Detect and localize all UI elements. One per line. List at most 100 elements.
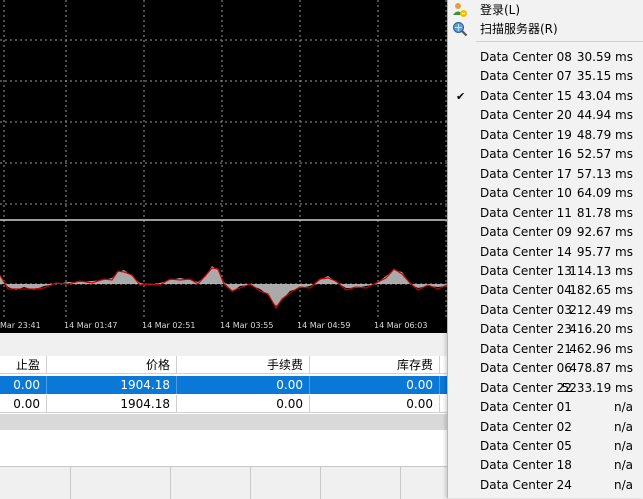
column-header-price[interactable]: 价格 — [47, 356, 177, 374]
menu-item-scan-servers[interactable]: 扫描服务器(R) — [448, 20, 643, 39]
server-item[interactable]: Data Center 10 64.09 ms — [448, 184, 643, 203]
server-name: Data Center 13 — [480, 263, 572, 278]
server-ping: n/a — [613, 477, 633, 492]
server-ping: 114.13 ms — [569, 263, 633, 278]
column-header-take-profit[interactable]: 止盈 — [0, 356, 47, 374]
indicator-histogram — [0, 266, 447, 306]
server-name: Data Center 01 — [480, 400, 572, 415]
cell-commission: 0.00 — [177, 376, 310, 394]
menu-item-login[interactable]: 登录(L) — [448, 1, 643, 20]
terminal-tab[interactable] — [320, 467, 401, 499]
server-ping: 48.79 ms — [576, 127, 633, 142]
indicator-signal-line — [0, 267, 447, 310]
server-ping: 5233.19 ms — [561, 380, 633, 395]
server-item[interactable]: Data Center 13 114.13 ms — [448, 262, 643, 281]
server-ping: 52.57 ms — [576, 147, 633, 162]
server-name: Data Center 06 — [480, 361, 572, 376]
server-item[interactable]: Data Center 23 416.20 ms — [448, 320, 643, 339]
server-name: Data Center 05 — [480, 439, 572, 453]
server-ping: 30.59 ms — [576, 50, 633, 64]
server-item[interactable]: Data Center 22 5233.19 ms — [448, 379, 643, 398]
server-item[interactable]: Data Center 07 35.15 ms — [448, 67, 643, 86]
server-name: Data Center 23 — [480, 322, 572, 337]
server-ping: n/a — [613, 400, 633, 415]
table-summary-row — [0, 414, 447, 430]
server-item[interactable]: Data Center 04 182.65 ms — [448, 281, 643, 300]
server-name: Data Center 16 — [480, 147, 572, 162]
time-tick-label: 14 Mar 03:55 — [220, 321, 273, 330]
server-item[interactable]: Data Center 17 57.13 ms — [448, 165, 643, 184]
server-item[interactable]: Data Center 21 462.96 ms — [448, 340, 643, 359]
time-tick-label: 14 Mar 06:03 — [374, 321, 427, 330]
server-item[interactable]: Data Center 02 n/a — [448, 418, 643, 437]
server-ping: 478.87 ms — [569, 361, 633, 376]
server-item[interactable]: Data Center 20 44.94 ms — [448, 106, 643, 125]
server-name: Data Center 02 — [480, 419, 572, 434]
table-row-selected[interactable]: 0.00 1904.18 0.00 0.00 — [0, 376, 447, 394]
server-name: Data Center 04 — [480, 283, 572, 298]
server-name: Data Center 19 — [480, 127, 572, 142]
server-ping: 212.49 ms — [569, 302, 633, 317]
server-ping: 416.20 ms — [569, 322, 633, 337]
server-name: Data Center 09 — [480, 225, 572, 240]
server-ping: n/a — [613, 439, 633, 453]
table-row[interactable]: 0.00 1904.18 0.00 0.00 — [0, 395, 447, 413]
time-tick-label: 14 Mar 02:51 — [142, 321, 195, 330]
server-ping: 44.94 ms — [576, 108, 633, 123]
server-name: Data Center 24 — [480, 477, 572, 492]
server-item[interactable]: Data Center 01 n/a — [448, 398, 643, 417]
server-name: Data Center 14 — [480, 244, 572, 259]
server-ping: 95.77 ms — [576, 244, 633, 259]
checkmark-icon: ✔ — [456, 89, 466, 103]
cell-price: 1904.18 — [47, 376, 177, 394]
time-tick-label: 14 Mar 04:59 — [297, 321, 350, 330]
server-name: Data Center 18 — [480, 458, 572, 473]
server-ping: 57.13 ms — [576, 166, 633, 181]
server-ping: 64.09 ms — [576, 186, 633, 201]
price-chart[interactable]: Mar 23:41 14 Mar 01:47 14 Mar 02:51 14 Mar … — [0, 0, 447, 333]
terminal-tab[interactable] — [170, 467, 251, 499]
server-item[interactable]: Data Center 14 95.77 ms — [448, 243, 643, 262]
cell-swap: 0.00 — [310, 376, 440, 394]
server-item[interactable]: Data Center 24 n/a — [448, 476, 643, 495]
server-name: Data Center 22 — [480, 380, 572, 395]
server-item[interactable]: Data Center 09 92.67 ms — [448, 223, 643, 242]
scan-servers-icon — [452, 21, 468, 37]
server-ping: n/a — [613, 419, 633, 434]
cell-price: 1904.18 — [47, 395, 177, 413]
server-name: Data Center 11 — [480, 205, 572, 220]
menu-separator — [476, 41, 643, 42]
server-item[interactable]: Data Center 06 478.87 ms — [448, 359, 643, 378]
table-header: 止盈 价格 手续费 库存费 — [0, 356, 447, 374]
server-item[interactable]: Data Center 11 81.78 ms — [448, 204, 643, 223]
server-item[interactable]: Data Center 18 n/a — [448, 456, 643, 475]
terminal-tab[interactable] — [0, 467, 71, 499]
server-name: Data Center 03 — [480, 302, 572, 317]
server-name: Data Center 17 — [480, 166, 572, 181]
time-tick-label: 14 Mar 01:47 — [64, 321, 117, 330]
server-item[interactable]: Data Center 19 48.79 ms — [448, 126, 643, 145]
cell-swap: 0.00 — [310, 395, 440, 413]
column-header-swap[interactable]: 库存费 — [310, 356, 440, 374]
server-name: Data Center 21 — [480, 341, 572, 356]
terminal-tab[interactable] — [250, 467, 321, 499]
server-ping: 182.65 ms — [569, 283, 633, 298]
server-name: Data Center 08 — [480, 50, 572, 64]
server-item[interactable]: Data Center 05 n/a — [448, 437, 643, 456]
server-name: Data Center 15 — [480, 88, 572, 103]
server-item[interactable]: Data Center 03 212.49 ms — [448, 301, 643, 320]
server-ping: n/a — [613, 458, 633, 473]
column-header-commission[interactable]: 手续费 — [177, 356, 310, 374]
terminal-tab[interactable] — [70, 467, 171, 499]
server-name: Data Center 20 — [480, 108, 572, 123]
server-item[interactable]: Data Center 08 30.59 ms — [448, 48, 643, 67]
server-ping: 92.67 ms — [576, 225, 633, 240]
trade-table: 止盈 价格 手续费 库存费 0.00 1904.18 0.00 0.00 0.0… — [0, 356, 447, 499]
server-item[interactable]: ✔ Data Center 15 43.04 ms — [448, 87, 643, 106]
server-ping: 35.15 ms — [576, 69, 633, 84]
terminal-tab-bar — [0, 466, 447, 499]
cell-take-profit: 0.00 — [0, 376, 47, 394]
menu-item-label: 扫描服务器(R) — [480, 22, 558, 36]
user-login-icon — [452, 2, 468, 18]
server-item[interactable]: Data Center 16 52.57 ms — [448, 145, 643, 164]
